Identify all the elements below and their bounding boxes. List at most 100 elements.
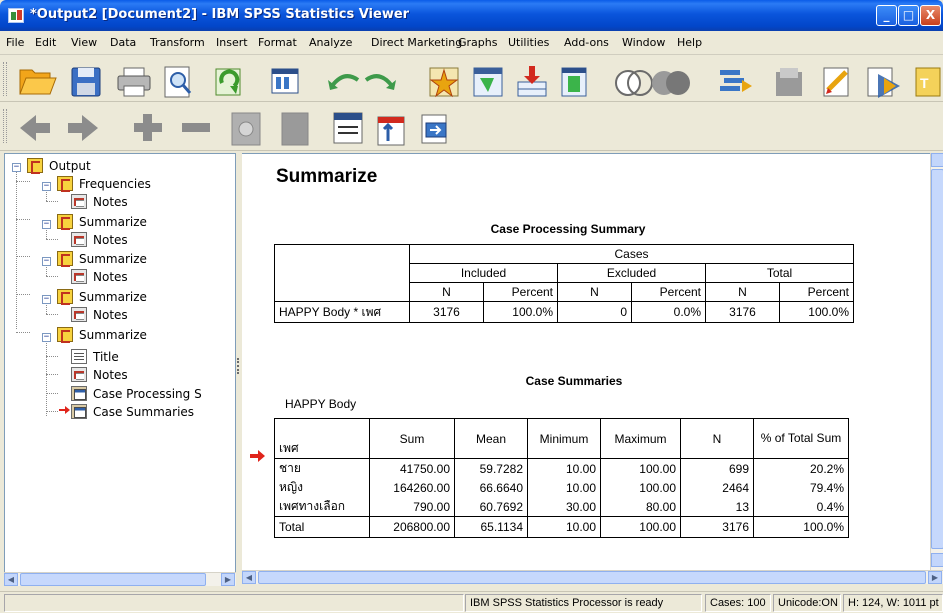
collapse-toggle[interactable]: − <box>42 333 51 342</box>
show-icon[interactable] <box>231 112 261 146</box>
tree-item-notes[interactable]: Notes <box>71 268 221 286</box>
print-icon[interactable] <box>117 67 151 97</box>
spss-app-icon[interactable] <box>8 8 24 23</box>
case-summaries-title[interactable]: Case Summaries <box>274 374 874 388</box>
maximize-button[interactable]: □ <box>898 5 919 26</box>
menu-edit[interactable]: Edit <box>35 36 56 49</box>
goto-case-icon[interactable] <box>429 67 459 98</box>
tree-item-summarize[interactable]: Summarize <box>57 250 227 268</box>
notes-icon <box>71 307 87 322</box>
menu-direct-marketing[interactable]: Direct Marketing <box>371 36 462 49</box>
contents-pane[interactable]: Summarize Case Processing Summary Cases … <box>242 153 930 570</box>
menu-add-ons[interactable]: Add-ons <box>564 36 609 49</box>
scroll-up-button[interactable] <box>931 153 943 167</box>
menu-file[interactable]: File <box>6 36 24 49</box>
menu-analyze[interactable]: Analyze <box>309 36 352 49</box>
scroll-thumb[interactable] <box>20 573 206 586</box>
vertical-scrollbar[interactable] <box>930 153 943 570</box>
tree-item-notes[interactable]: Notes <box>71 193 221 211</box>
redo-icon[interactable] <box>364 74 396 90</box>
table-cell: 0 <box>557 301 632 323</box>
table-header: Total <box>705 263 854 283</box>
contents-horizontal-scrollbar[interactable]: ◀ ▶ <box>242 570 943 584</box>
scroll-right-button[interactable]: ▶ <box>221 573 235 586</box>
collapse-icon[interactable] <box>182 123 210 132</box>
tree-item-title[interactable]: Title <box>71 348 221 366</box>
minimize-button[interactable]: _ <box>876 5 897 26</box>
row-label: Total <box>274 516 370 538</box>
scroll-left-button[interactable]: ◀ <box>4 573 18 586</box>
export-icon[interactable] <box>215 68 241 96</box>
tree-item-label: Notes <box>93 195 128 209</box>
outline-horizontal-scrollbar[interactable]: ◀ ▶ <box>4 572 236 586</box>
tree-item-case-summaries[interactable]: Case Summaries <box>71 403 233 421</box>
close-button[interactable]: X <box>920 5 941 26</box>
book-icon <box>57 251 73 267</box>
expand-icon[interactable] <box>134 114 162 141</box>
collapse-toggle[interactable]: − <box>42 257 51 266</box>
menu-format[interactable]: Format <box>258 36 297 49</box>
collapse-toggle[interactable]: − <box>12 163 21 172</box>
insert-title-icon[interactable] <box>377 116 405 146</box>
print-preview-icon[interactable] <box>164 66 192 98</box>
insert-heading-icon[interactable] <box>333 112 363 144</box>
select-cases-icon[interactable] <box>720 70 752 92</box>
menu-window[interactable]: Window <box>622 36 665 49</box>
output-heading[interactable]: Summarize <box>276 166 377 188</box>
back-icon[interactable] <box>20 115 50 141</box>
menu-view[interactable]: View <box>71 36 97 49</box>
tree-item-notes[interactable]: Notes <box>71 306 221 324</box>
tree-item-output[interactable]: Output <box>27 157 227 175</box>
tree-item-frequencies[interactable]: Frequencies <box>57 175 227 193</box>
menu-utilities[interactable]: Utilities <box>508 36 549 49</box>
scroll-down-button[interactable] <box>931 553 943 567</box>
split-file-icon[interactable] <box>615 70 653 96</box>
table-cell: 30.00 <box>527 497 601 517</box>
table-cell: 3176 <box>705 301 780 323</box>
collapse-toggle[interactable]: − <box>42 220 51 229</box>
collapse-toggle[interactable]: − <box>42 182 51 191</box>
collapse-toggle[interactable]: − <box>42 295 51 304</box>
save-icon[interactable] <box>71 67 101 97</box>
tree-item-case-processing-summary[interactable]: Case Processing S <box>71 385 233 403</box>
tree-item-notes[interactable]: Notes <box>71 366 221 384</box>
case-summaries-table[interactable]: เพศ Sum Mean Minimum Maximum N % of Tota… <box>274 418 849 538</box>
menu-graphs[interactable]: Graphs <box>458 36 497 49</box>
undo-icon[interactable] <box>328 74 360 90</box>
menu-help[interactable]: Help <box>677 36 702 49</box>
menu-data[interactable]: Data <box>110 36 136 49</box>
tree-item-summarize[interactable]: Summarize <box>57 326 227 344</box>
tree-line <box>16 332 30 333</box>
insert-variable-icon[interactable] <box>561 67 587 97</box>
scroll-right-button[interactable]: ▶ <box>928 571 942 584</box>
row-label: เพศทางเลือก <box>274 497 370 517</box>
show-all-variables-icon[interactable] <box>867 67 900 98</box>
hide-icon[interactable] <box>281 112 309 146</box>
title-bar[interactable]: *Output2 [Document2] - IBM SPSS Statisti… <box>0 0 943 31</box>
use-sets-icon[interactable] <box>823 67 849 97</box>
dialog-recall-icon[interactable] <box>271 68 299 94</box>
menu-bar: File Edit View Data Transform Insert For… <box>0 31 943 55</box>
case-processing-table[interactable]: Cases Included Excluded Total N Percent … <box>274 244 854 323</box>
table-header: Percent <box>779 282 854 302</box>
tree-line <box>46 374 58 375</box>
weight-cases-icon[interactable] <box>652 71 690 95</box>
tree-item-notes[interactable]: Notes <box>71 231 221 249</box>
case-processing-title[interactable]: Case Processing Summary <box>274 222 862 236</box>
tree-item-summarize[interactable]: Summarize <box>57 288 227 306</box>
scroll-thumb[interactable] <box>931 169 943 549</box>
value-labels-icon[interactable] <box>776 68 802 96</box>
outline-pane[interactable]: − Output − Frequencies Notes − Summarize… <box>4 153 236 575</box>
insert-text-icon[interactable] <box>421 114 447 144</box>
goto-variable-icon[interactable] <box>473 67 503 97</box>
menu-transform[interactable]: Transform <box>150 36 205 49</box>
scroll-thumb[interactable] <box>258 571 926 584</box>
table-header: Maximum <box>600 418 681 459</box>
scroll-left-button[interactable]: ◀ <box>242 571 256 584</box>
tree-item-summarize[interactable]: Summarize <box>57 213 227 231</box>
menu-insert[interactable]: Insert <box>216 36 248 49</box>
forward-icon[interactable] <box>68 115 98 141</box>
spell-check-icon[interactable]: T <box>915 67 941 97</box>
open-icon[interactable] <box>19 69 57 95</box>
insert-cases-icon[interactable] <box>517 66 547 97</box>
